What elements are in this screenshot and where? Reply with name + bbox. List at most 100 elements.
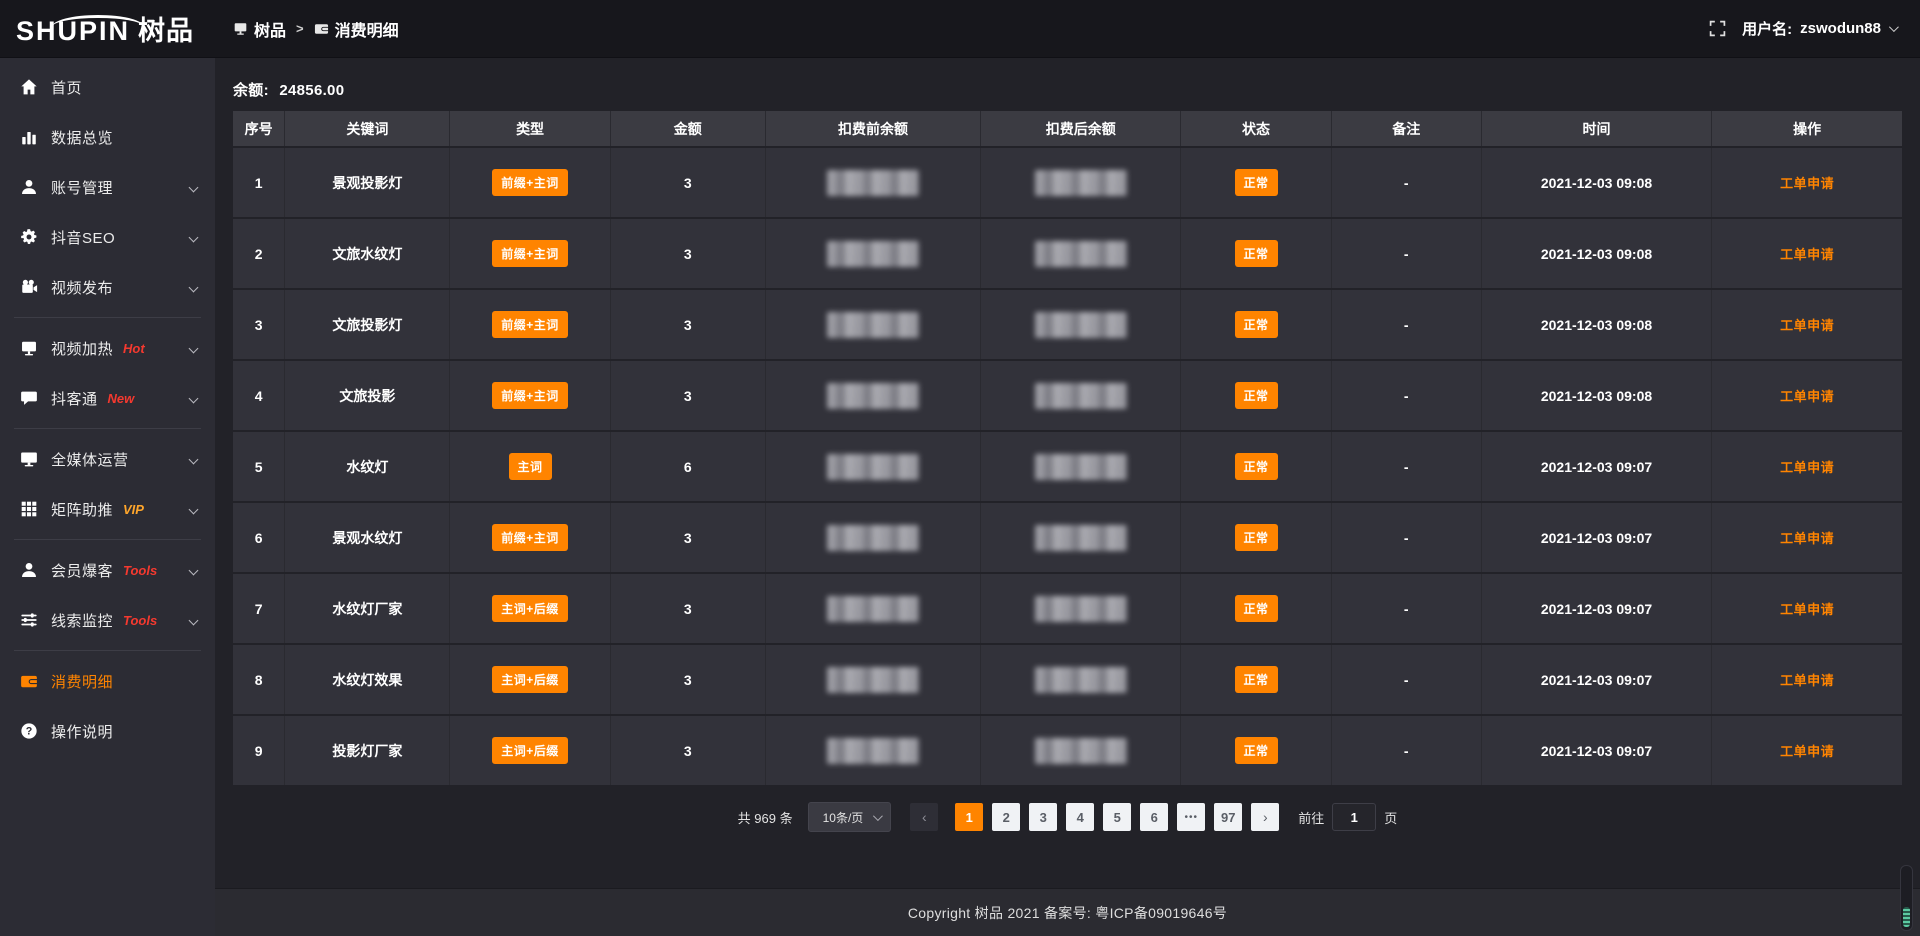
- sidebar-item-account-manage[interactable]: 账号管理: [0, 162, 215, 212]
- keyword-cell: 水纹灯效果: [285, 644, 450, 715]
- ticket-request-link[interactable]: 工单申请: [1780, 318, 1834, 333]
- ticket-request-link[interactable]: 工单申请: [1780, 602, 1834, 617]
- pagination-page-3[interactable]: 3: [1029, 803, 1057, 831]
- chevron-down-icon: [189, 232, 199, 242]
- screen-icon: [233, 21, 248, 36]
- ticket-request-link[interactable]: 工单申请: [1780, 389, 1834, 404]
- pagination-page-2[interactable]: 2: [992, 803, 1020, 831]
- goto-unit: 页: [1384, 808, 1397, 827]
- page-size-select[interactable]: 10条/页: [808, 802, 892, 832]
- pagination-page-4[interactable]: 4: [1066, 803, 1094, 831]
- fullscreen-icon[interactable]: [1709, 20, 1726, 37]
- sidebar-item-badge: Hot: [123, 341, 145, 356]
- pagination-page-1[interactable]: 1: [955, 803, 983, 831]
- remark-cell: -: [1331, 147, 1481, 218]
- sidebar-item-douketong[interactable]: 抖客通New: [0, 373, 215, 423]
- ticket-request-link[interactable]: 工单申请: [1780, 460, 1834, 475]
- balance-after-cell: [981, 218, 1181, 289]
- row-index: 4: [233, 360, 285, 431]
- amount-cell: 3: [610, 715, 765, 786]
- action-cell: 工单申请: [1712, 289, 1902, 360]
- breadcrumb-label: 消费明细: [335, 17, 399, 41]
- table-row: 1景观投影灯前缀+主词3正常-2021-12-03 09:08工单申请: [233, 147, 1902, 218]
- column-header: 扣费前余额: [765, 111, 980, 147]
- ticket-request-link[interactable]: 工单申请: [1780, 247, 1834, 262]
- masked-value: [827, 170, 919, 196]
- status-badge-cell: 正常: [1181, 218, 1331, 289]
- sidebar-item-consume-detail[interactable]: 消费明细: [0, 656, 215, 706]
- sidebar-item-douyin-seo[interactable]: 抖音SEO: [0, 212, 215, 262]
- gear-icon: [20, 228, 38, 246]
- pagination-page-97[interactable]: 97: [1214, 803, 1242, 831]
- sidebar-item-label: 消费明细: [51, 671, 113, 692]
- time-cell: 2021-12-03 09:08: [1481, 218, 1711, 289]
- masked-value: [827, 525, 919, 551]
- amount-cell: 3: [610, 147, 765, 218]
- balance-after-cell: [981, 644, 1181, 715]
- sidebar-item-matrix-boost[interactable]: 矩阵助推VIP: [0, 484, 215, 534]
- balance-before-cell: [765, 715, 980, 786]
- sidebar-item-clue-monitor[interactable]: 线索监控Tools: [0, 595, 215, 645]
- user-menu[interactable]: 用户名: zswodun88: [1742, 18, 1896, 39]
- sidebar-item-label: 会员爆客: [51, 560, 113, 581]
- sidebar-divider: [14, 428, 201, 429]
- topbar: SHUPIN 树品 树品 > 消费明细 用户名: zswodun88: [0, 0, 1920, 58]
- ticket-request-link[interactable]: 工单申请: [1780, 744, 1834, 759]
- type-badge: 前缀+主词: [492, 524, 568, 551]
- status-badge-cell: 正常: [1181, 573, 1331, 644]
- ticket-request-link[interactable]: 工单申请: [1780, 673, 1834, 688]
- scroll-indicator-widget[interactable]: [1900, 865, 1913, 931]
- masked-value: [1035, 596, 1127, 622]
- sidebar-item-all-media[interactable]: 全媒体运营: [0, 434, 215, 484]
- breadcrumb-item-current[interactable]: 消费明细: [314, 17, 399, 41]
- balance-after-cell: [981, 147, 1181, 218]
- row-index: 5: [233, 431, 285, 502]
- type-badge: 主词+后缀: [492, 595, 568, 622]
- sidebar-item-operation-guide[interactable]: ?操作说明: [0, 706, 215, 756]
- help-icon: ?: [20, 722, 38, 740]
- keyword-cell: 水纹灯: [285, 431, 450, 502]
- type-badge: 主词+后缀: [492, 666, 568, 693]
- pagination-page-5[interactable]: 5: [1103, 803, 1131, 831]
- username-value: zswodun88: [1800, 20, 1881, 37]
- row-index: 2: [233, 218, 285, 289]
- ticket-request-link[interactable]: 工单申请: [1780, 176, 1834, 191]
- remark-cell: -: [1331, 360, 1481, 431]
- app-logo: SHUPIN 树品: [0, 9, 215, 48]
- row-index: 9: [233, 715, 285, 786]
- pagination-page-6[interactable]: 6: [1140, 803, 1168, 831]
- sidebar-item-label: 线索监控: [51, 610, 113, 631]
- pagination-prev-button[interactable]: ‹: [910, 803, 938, 831]
- sidebar-item-data-overview[interactable]: 数据总览: [0, 112, 215, 162]
- pagination-next-button[interactable]: ›: [1251, 803, 1279, 831]
- remark-cell: -: [1331, 218, 1481, 289]
- pagination-ellipsis[interactable]: •••: [1177, 803, 1205, 831]
- action-cell: 工单申请: [1712, 573, 1902, 644]
- sidebar-item-home[interactable]: 首页: [0, 62, 215, 112]
- action-cell: 工单申请: [1712, 644, 1902, 715]
- goto-page-input[interactable]: [1332, 803, 1376, 831]
- masked-value: [1035, 667, 1127, 693]
- balance-after-cell: [981, 431, 1181, 502]
- status-badge-cell: 正常: [1181, 289, 1331, 360]
- chevron-down-icon: [873, 811, 883, 821]
- ticket-request-link[interactable]: 工单申请: [1780, 531, 1834, 546]
- action-cell: 工单申请: [1712, 360, 1902, 431]
- table-row: 7水纹灯厂家主词+后缀3正常-2021-12-03 09:07工单申请: [233, 573, 1902, 644]
- consume-table: 序号关键词类型金额扣费前余额扣费后余额状态备注时间操作 1景观投影灯前缀+主词3…: [233, 111, 1902, 787]
- chevron-down-icon: [189, 454, 199, 464]
- sidebar-item-badge: New: [108, 391, 135, 406]
- action-cell: 工单申请: [1712, 431, 1902, 502]
- type-badge: 前缀+主词: [492, 240, 568, 267]
- sidebar-item-member-burst[interactable]: 会员爆客Tools: [0, 545, 215, 595]
- sidebar-item-badge: VIP: [123, 502, 144, 517]
- status-badge: 正常: [1235, 311, 1278, 338]
- masked-value: [1035, 312, 1127, 338]
- sidebar-item-video-publish[interactable]: 视频发布: [0, 262, 215, 312]
- table-body: 1景观投影灯前缀+主词3正常-2021-12-03 09:08工单申请2文旅水纹…: [233, 147, 1902, 786]
- column-header: 状态: [1181, 111, 1331, 147]
- sidebar-item-video-heat[interactable]: 视频加热Hot: [0, 323, 215, 373]
- type-badge-cell: 前缀+主词: [450, 218, 610, 289]
- breadcrumb-item-home[interactable]: 树品: [233, 17, 286, 41]
- wallet-icon: [314, 21, 329, 36]
